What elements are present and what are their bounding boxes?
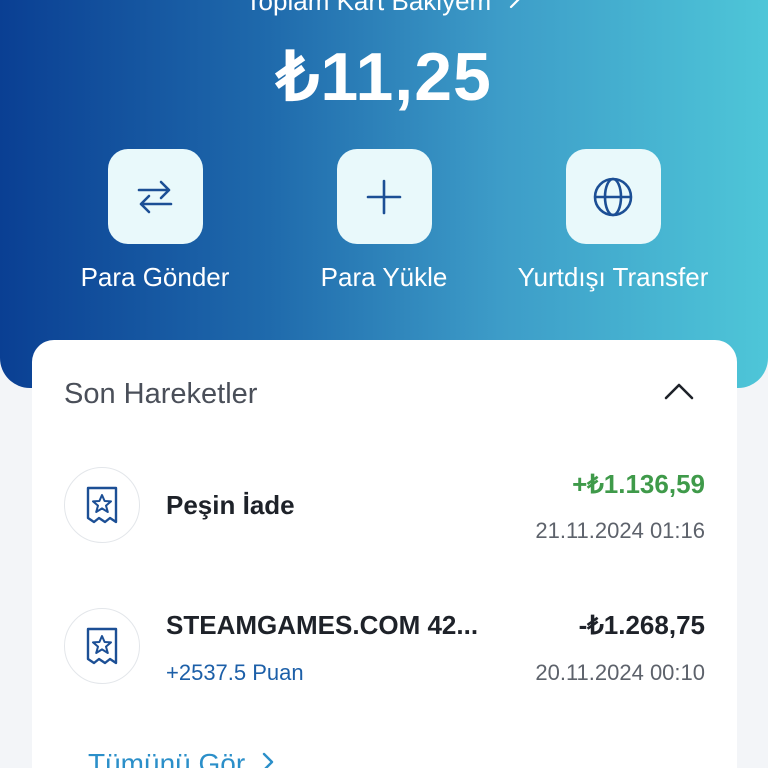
send-money-label: Para Gönder — [80, 262, 230, 292]
see-all-link[interactable]: Tümünü Gör — [88, 748, 275, 768]
transaction-date: 20.11.2024 00:10 — [535, 660, 705, 685]
load-money-label: Para Yükle — [320, 262, 448, 292]
balance-label-text: Toplam Kart Bakiyem — [245, 0, 492, 16]
balance-label-link[interactable]: Toplam Kart Bakiyem — [0, 0, 768, 17]
balance-header: Toplam Kart Bakiyem ₺11,25 Para Gönder P… — [0, 0, 768, 388]
load-money-button[interactable]: Para Yükle — [279, 149, 489, 299]
chevron-right-icon — [508, 0, 522, 17]
transaction-amount: +₺1.136,59 — [572, 469, 705, 499]
transaction-row[interactable]: STEAMGAMES.COM 42... +2537.5 Puan -₺1.26… — [32, 606, 737, 716]
chevron-up-icon[interactable] — [662, 380, 696, 407]
transaction-points: +2537.5 Puan — [166, 660, 304, 685]
plus-icon — [336, 149, 432, 244]
recent-transactions-title: Son Hareketler — [64, 378, 258, 410]
recent-transactions-card: Son Hareketler Peşin İade +₺1.136,59 21.… — [32, 340, 737, 768]
chevron-right-icon — [261, 748, 275, 768]
globe-icon — [565, 149, 661, 244]
send-money-button[interactable]: Para Gönder — [50, 149, 260, 299]
receipt-star-icon — [64, 467, 140, 543]
transaction-name: STEAMGAMES.COM 42... — [166, 610, 479, 640]
international-transfer-label: Yurtdışı Transfer — [517, 262, 709, 292]
receipt-star-icon — [64, 608, 140, 684]
transaction-amount: -₺1.268,75 — [578, 610, 705, 640]
international-transfer-button[interactable]: Yurtdışı Transfer — [508, 149, 718, 299]
swap-arrows-icon — [107, 149, 203, 244]
transaction-row[interactable]: Peşin İade +₺1.136,59 21.11.2024 01:16 — [32, 465, 737, 575]
balance-amount: ₺11,25 — [276, 39, 492, 115]
see-all-label: Tümünü Gör — [88, 748, 246, 768]
transaction-date: 21.11.2024 01:16 — [535, 518, 705, 543]
transaction-name: Peşin İade — [166, 490, 295, 520]
